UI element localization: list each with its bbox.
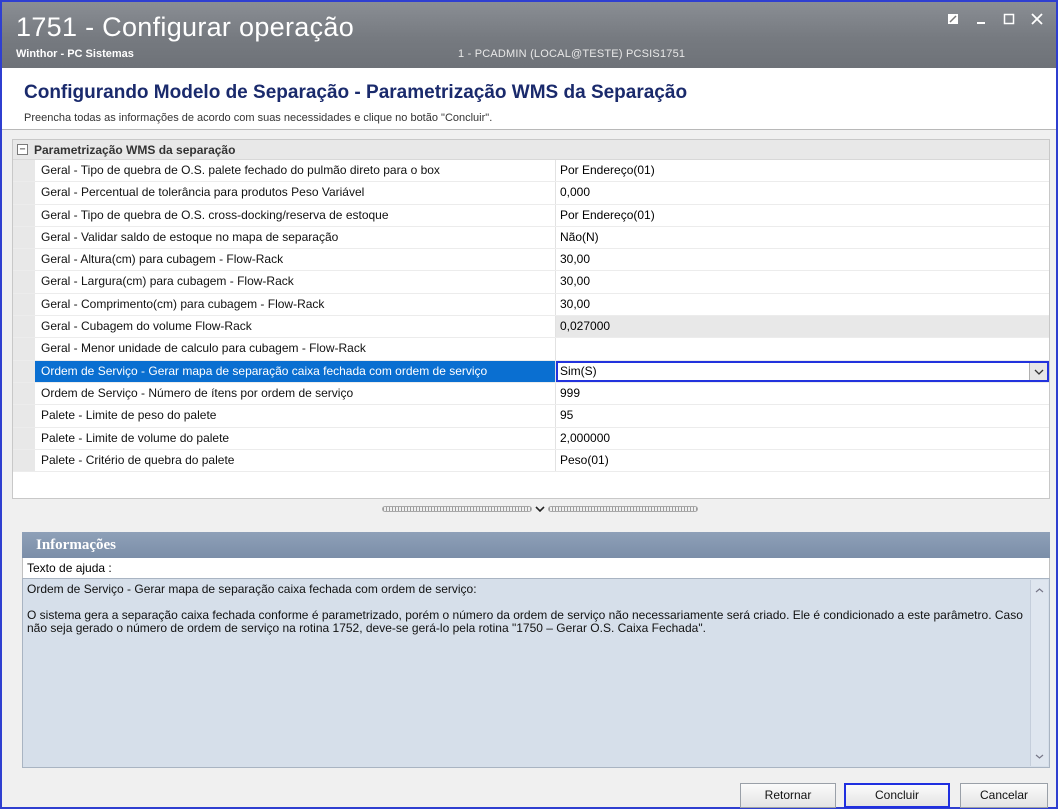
user-info: 1 - PCADMIN (LOCAL@TESTE) PCSIS1751 <box>458 48 686 60</box>
property-row[interactable]: Palete - Limite de volume do palete 2,00… <box>13 427 1049 450</box>
property-row[interactable]: Geral - Largura(cm) para cubagem - Flow-… <box>13 271 1049 294</box>
property-name: Palete - Limite de peso do palete <box>35 405 556 427</box>
property-name: Geral - Largura(cm) para cubagem - Flow-… <box>35 271 556 293</box>
property-value-readonly: 0,027000 <box>556 316 1049 338</box>
help-label: Texto de ajuda : <box>22 558 1050 578</box>
panel-splitter[interactable] <box>382 504 698 514</box>
property-row[interactable]: Palete - Critério de quebra do palete Pe… <box>13 449 1049 473</box>
footer-bar: Retornar Concluir Cancelar <box>2 780 1056 809</box>
row-margin <box>13 271 35 293</box>
property-value-dropdown[interactable]: Sim(S) <box>556 360 1049 382</box>
category-row[interactable]: − Parametrização WMS da separação <box>13 140 1049 160</box>
info-panel: Informações Texto de ajuda : Ordem de Se… <box>22 532 1050 776</box>
row-margin <box>13 427 35 449</box>
property-row[interactable]: Geral - Menor unidade de calculo para cu… <box>13 338 1049 361</box>
property-value[interactable]: 999 <box>556 383 1049 404</box>
property-name: Geral - Menor unidade de calculo para cu… <box>35 338 556 360</box>
close-icon[interactable] <box>1026 10 1048 30</box>
row-margin <box>13 316 35 338</box>
cancel-button[interactable]: Cancelar <box>960 783 1048 808</box>
maximize-icon[interactable] <box>998 10 1020 30</box>
title-bar: 1751 - Configurar operação Winthor - PC … <box>2 2 1056 68</box>
property-value[interactable]: 2,000000 <box>556 428 1049 449</box>
page-description: Preencha todas as informações de acordo … <box>24 112 493 124</box>
help-text-box[interactable]: Ordem de Serviço - Gerar mapa de separaç… <box>22 578 1050 768</box>
property-row[interactable]: Geral - Tipo de quebra de O.S. cross-doc… <box>13 204 1049 227</box>
collapse-icon[interactable]: − <box>17 144 28 155</box>
property-name: Geral - Percentual de tolerância para pr… <box>35 182 556 204</box>
property-value[interactable]: 30,00 <box>556 271 1049 292</box>
property-value[interactable]: 30,00 <box>556 249 1049 270</box>
row-margin <box>13 360 35 382</box>
chevron-down-icon[interactable] <box>1029 362 1047 380</box>
property-row[interactable]: Geral - Comprimento(cm) para cubagem - F… <box>13 293 1049 317</box>
window-subtitle: Winthor - PC Sistemas <box>16 48 134 60</box>
property-value[interactable] <box>556 338 1049 359</box>
property-name: Ordem de Serviço - Gerar mapa de separaç… <box>35 360 556 382</box>
property-value[interactable]: 30,00 <box>556 294 1049 315</box>
property-grid: − Parametrização WMS da separação Geral … <box>12 139 1050 499</box>
vertical-scrollbar[interactable] <box>1030 580 1048 766</box>
chevron-down-icon[interactable] <box>1031 748 1048 764</box>
row-margin <box>13 293 35 316</box>
dropdown-value: Sim(S) <box>560 363 597 378</box>
property-row-selected[interactable]: Ordem de Serviço - Gerar mapa de separaç… <box>13 360 1049 383</box>
info-panel-title: Informações <box>22 532 1050 558</box>
property-value[interactable]: Por Endereço(01) <box>556 160 1049 181</box>
category-label: Parametrização WMS da separação <box>34 142 236 157</box>
back-button[interactable]: Retornar <box>740 783 836 808</box>
property-value[interactable]: Não(N) <box>556 227 1049 248</box>
row-margin <box>13 160 35 182</box>
row-margin <box>13 182 35 204</box>
finish-button[interactable]: Concluir <box>844 783 950 808</box>
property-row[interactable]: Geral - Tipo de quebra de O.S. palete fe… <box>13 160 1049 183</box>
help-body: O sistema gera a separação caixa fechada… <box>27 608 1023 635</box>
help-heading: Ordem de Serviço - Gerar mapa de separaç… <box>27 582 477 596</box>
property-name: Palete - Limite de volume do palete <box>35 427 556 449</box>
row-margin <box>13 405 35 427</box>
property-name: Geral - Cubagem do volume Flow-Rack <box>35 316 556 338</box>
property-row[interactable]: Geral - Validar saldo de estoque no mapa… <box>13 226 1049 250</box>
property-value[interactable]: Por Endereço(01) <box>556 205 1049 226</box>
restore-icon[interactable] <box>942 10 964 30</box>
property-row[interactable]: Palete - Limite de peso do palete 95 <box>13 405 1049 428</box>
property-row[interactable]: Geral - Percentual de tolerância para pr… <box>13 182 1049 205</box>
splitter-grip <box>382 506 532 512</box>
splitter-grip <box>548 506 698 512</box>
property-name: Geral - Comprimento(cm) para cubagem - F… <box>35 293 556 316</box>
property-name: Ordem de Serviço - Número de ítens por o… <box>35 382 556 405</box>
row-margin <box>13 249 35 271</box>
property-value[interactable]: 95 <box>556 405 1049 426</box>
app-window: 1751 - Configurar operação Winthor - PC … <box>0 0 1058 809</box>
property-name: Geral - Tipo de quebra de O.S. cross-doc… <box>35 204 556 226</box>
property-value[interactable]: Peso(01) <box>556 450 1049 471</box>
property-value[interactable]: 0,000 <box>556 182 1049 203</box>
property-name: Palete - Critério de quebra do palete <box>35 449 556 472</box>
row-margin <box>13 226 35 249</box>
row-margin <box>13 382 35 405</box>
page-header: Configurando Modelo de Separação - Param… <box>2 68 1056 130</box>
window-title: 1751 - Configurar operação <box>16 12 355 42</box>
row-margin <box>13 204 35 226</box>
window-controls <box>942 10 1048 30</box>
property-name: Geral - Tipo de quebra de O.S. palete fe… <box>35 160 556 182</box>
property-row[interactable]: Ordem de Serviço - Número de ítens por o… <box>13 382 1049 406</box>
chevron-up-icon[interactable] <box>1031 582 1048 598</box>
page-title: Configurando Modelo de Separação - Param… <box>24 82 688 103</box>
property-row[interactable]: Geral - Cubagem do volume Flow-Rack 0,02… <box>13 316 1049 339</box>
row-margin <box>13 449 35 472</box>
row-margin <box>13 338 35 360</box>
property-name: Geral - Validar saldo de estoque no mapa… <box>35 226 556 249</box>
property-row[interactable]: Geral - Altura(cm) para cubagem - Flow-R… <box>13 249 1049 272</box>
chevron-down-icon[interactable] <box>532 504 548 514</box>
minimize-icon[interactable] <box>970 10 992 30</box>
property-name: Geral - Altura(cm) para cubagem - Flow-R… <box>35 249 556 271</box>
